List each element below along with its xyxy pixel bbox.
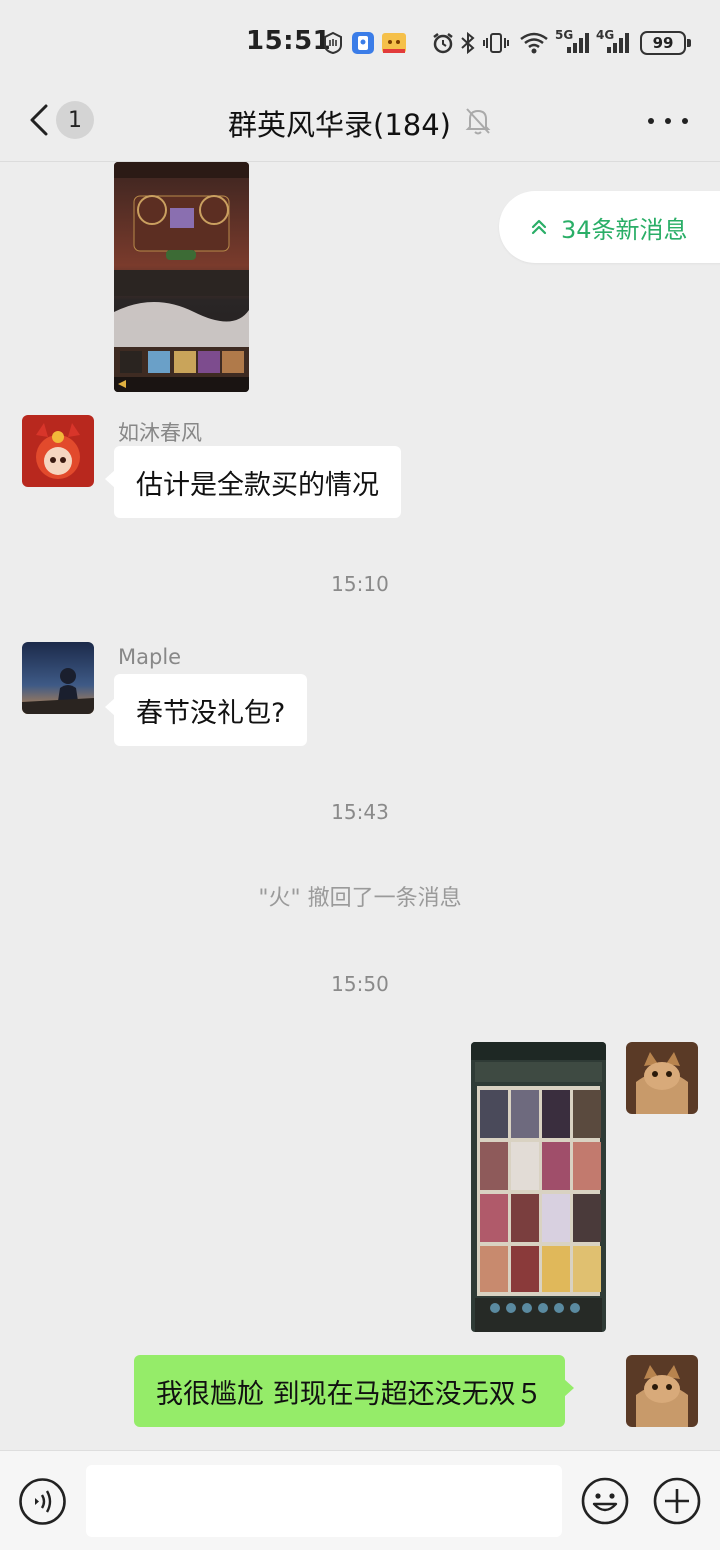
input-bar <box>0 1450 720 1550</box>
outgoing-text-message[interactable]: 我很尴尬 到现在马超还没无双５ <box>134 1355 574 1427</box>
vibrate-icon <box>483 30 509 56</box>
bluetooth-icon <box>458 30 478 56</box>
message-input[interactable] <box>86 1465 562 1537</box>
signal-icon <box>602 30 632 56</box>
double-chevron-up-icon <box>531 219 547 235</box>
battery-level: 99 <box>652 34 674 52</box>
signal-icon <box>562 30 592 56</box>
emoji-icon <box>581 1477 629 1525</box>
message-timestamp: 15:10 <box>331 572 389 596</box>
more-options-button[interactable] <box>648 106 688 136</box>
status-bar: 15:51 5G 4G 99 <box>0 0 720 86</box>
chat-header: 1 群英风华录(184) <box>0 86 720 162</box>
my-avatar[interactable] <box>626 1355 698 1427</box>
message-timestamp: 15:43 <box>331 800 389 824</box>
app-icon <box>380 28 408 54</box>
voice-icon <box>19 1478 66 1525</box>
recall-notice: "火" 撤回了一条消息 <box>258 886 462 911</box>
incoming-text-message[interactable]: 估计是全款买的情况 <box>105 446 401 518</box>
sender-name: 如沐春风 <box>118 421 202 445</box>
more-functions-button[interactable] <box>652 1476 702 1526</box>
battery-icon: 99 <box>640 31 691 55</box>
wifi-icon <box>518 30 550 56</box>
game-screenshot-image <box>471 1042 606 1332</box>
alarm-icon <box>430 30 456 56</box>
incoming-image-message[interactable] <box>114 162 249 392</box>
chat-title[interactable]: 群英风华录(184) <box>228 102 451 144</box>
more-icon <box>648 118 654 124</box>
sender-name: Maple <box>118 645 182 669</box>
voice-input-button[interactable] <box>18 1477 67 1526</box>
my-avatar[interactable] <box>626 1042 698 1114</box>
game-screenshot-image <box>114 162 249 392</box>
message-timestamp: 15:50 <box>331 972 389 996</box>
new-messages-button[interactable]: 34条新消息 <box>499 191 720 263</box>
status-time: 15:51 <box>246 26 332 56</box>
avatar[interactable] <box>22 642 94 714</box>
avatar[interactable] <box>22 415 94 487</box>
incoming-text-message[interactable]: 春节没礼包? <box>104 674 308 746</box>
plus-icon <box>653 1477 701 1525</box>
new-messages-label: 34条新消息 <box>561 215 688 244</box>
unread-count-badge[interactable]: 1 <box>56 101 94 139</box>
outgoing-image-message[interactable] <box>471 1042 606 1332</box>
emoji-button[interactable] <box>580 1476 630 1526</box>
mute-bell-icon <box>464 106 492 136</box>
hand-icon <box>320 30 346 56</box>
app-icon <box>350 30 376 56</box>
